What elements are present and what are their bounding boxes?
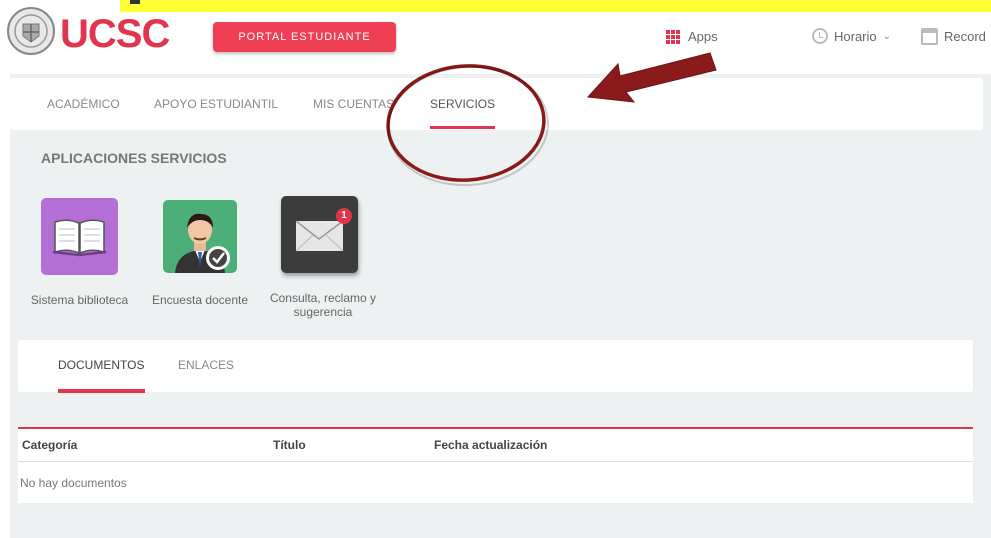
calendar-icon xyxy=(921,28,938,45)
app-sistema-biblioteca[interactable] xyxy=(41,198,118,275)
app-consulta-reclamo[interactable]: 1 xyxy=(281,196,358,273)
notification-badge: 1 xyxy=(336,208,352,224)
tab-enlaces[interactable]: ENLACES xyxy=(178,358,234,372)
section-title: APLICACIONES SERVICIOS xyxy=(41,150,227,166)
apps-menu[interactable]: Apps xyxy=(666,29,718,44)
app-label-encuesta[interactable]: Encuesta docente xyxy=(144,293,256,307)
app-label-consulta-line1: Consulta, reclamo y xyxy=(269,291,377,305)
table-top-border xyxy=(18,427,973,429)
column-header-categoria[interactable]: Categoría xyxy=(22,438,77,452)
tab-servicios[interactable]: SERVICIOS xyxy=(430,97,495,111)
university-seal-icon xyxy=(7,7,55,55)
header: UCSC PORTAL ESTUDIANTE Apps Horario ⌄ Re… xyxy=(0,0,991,74)
app-encuesta-docente[interactable] xyxy=(163,200,237,273)
brand-logo[interactable]: UCSC xyxy=(60,14,170,54)
apps-label: Apps xyxy=(688,29,718,44)
app-label-biblioteca[interactable]: Sistema biblioteca xyxy=(22,293,137,307)
book-icon xyxy=(52,219,107,257)
record-label: Record xyxy=(944,29,986,44)
table-header-divider xyxy=(18,461,973,462)
main-nav: ACADÉMICO APOYO ESTUDIANTIL MIS CUENTAS … xyxy=(10,78,983,130)
horario-menu[interactable]: Horario ⌄ xyxy=(812,28,891,44)
empty-table-message: No hay documentos xyxy=(20,476,127,490)
apps-grid-icon xyxy=(666,29,680,44)
record-menu[interactable]: Record xyxy=(921,28,986,45)
active-tab-indicator xyxy=(430,126,495,129)
app-label-consulta[interactable]: Consulta, reclamo y sugerencia xyxy=(258,291,388,319)
column-header-fecha[interactable]: Fecha actualización xyxy=(434,438,547,452)
portal-estudiante-button[interactable]: PORTAL ESTUDIANTE xyxy=(213,22,396,52)
app-label-consulta-line2: sugerencia xyxy=(293,305,353,319)
documents-tab-indicator xyxy=(58,389,145,393)
tab-mis-cuentas[interactable]: MIS CUENTAS xyxy=(313,97,394,111)
tab-documentos[interactable]: DOCUMENTOS xyxy=(58,358,144,372)
clock-icon xyxy=(812,28,828,44)
chevron-down-icon: ⌄ xyxy=(882,30,892,42)
tab-apoyo-estudiantil[interactable]: APOYO ESTUDIANTIL xyxy=(154,97,278,111)
teacher-check-icon xyxy=(175,213,230,273)
horario-label: Horario xyxy=(834,28,877,44)
tab-academico[interactable]: ACADÉMICO xyxy=(47,97,120,111)
column-header-titulo[interactable]: Título xyxy=(273,438,306,452)
documents-tabs-card: DOCUMENTOS ENLACES xyxy=(18,340,973,392)
